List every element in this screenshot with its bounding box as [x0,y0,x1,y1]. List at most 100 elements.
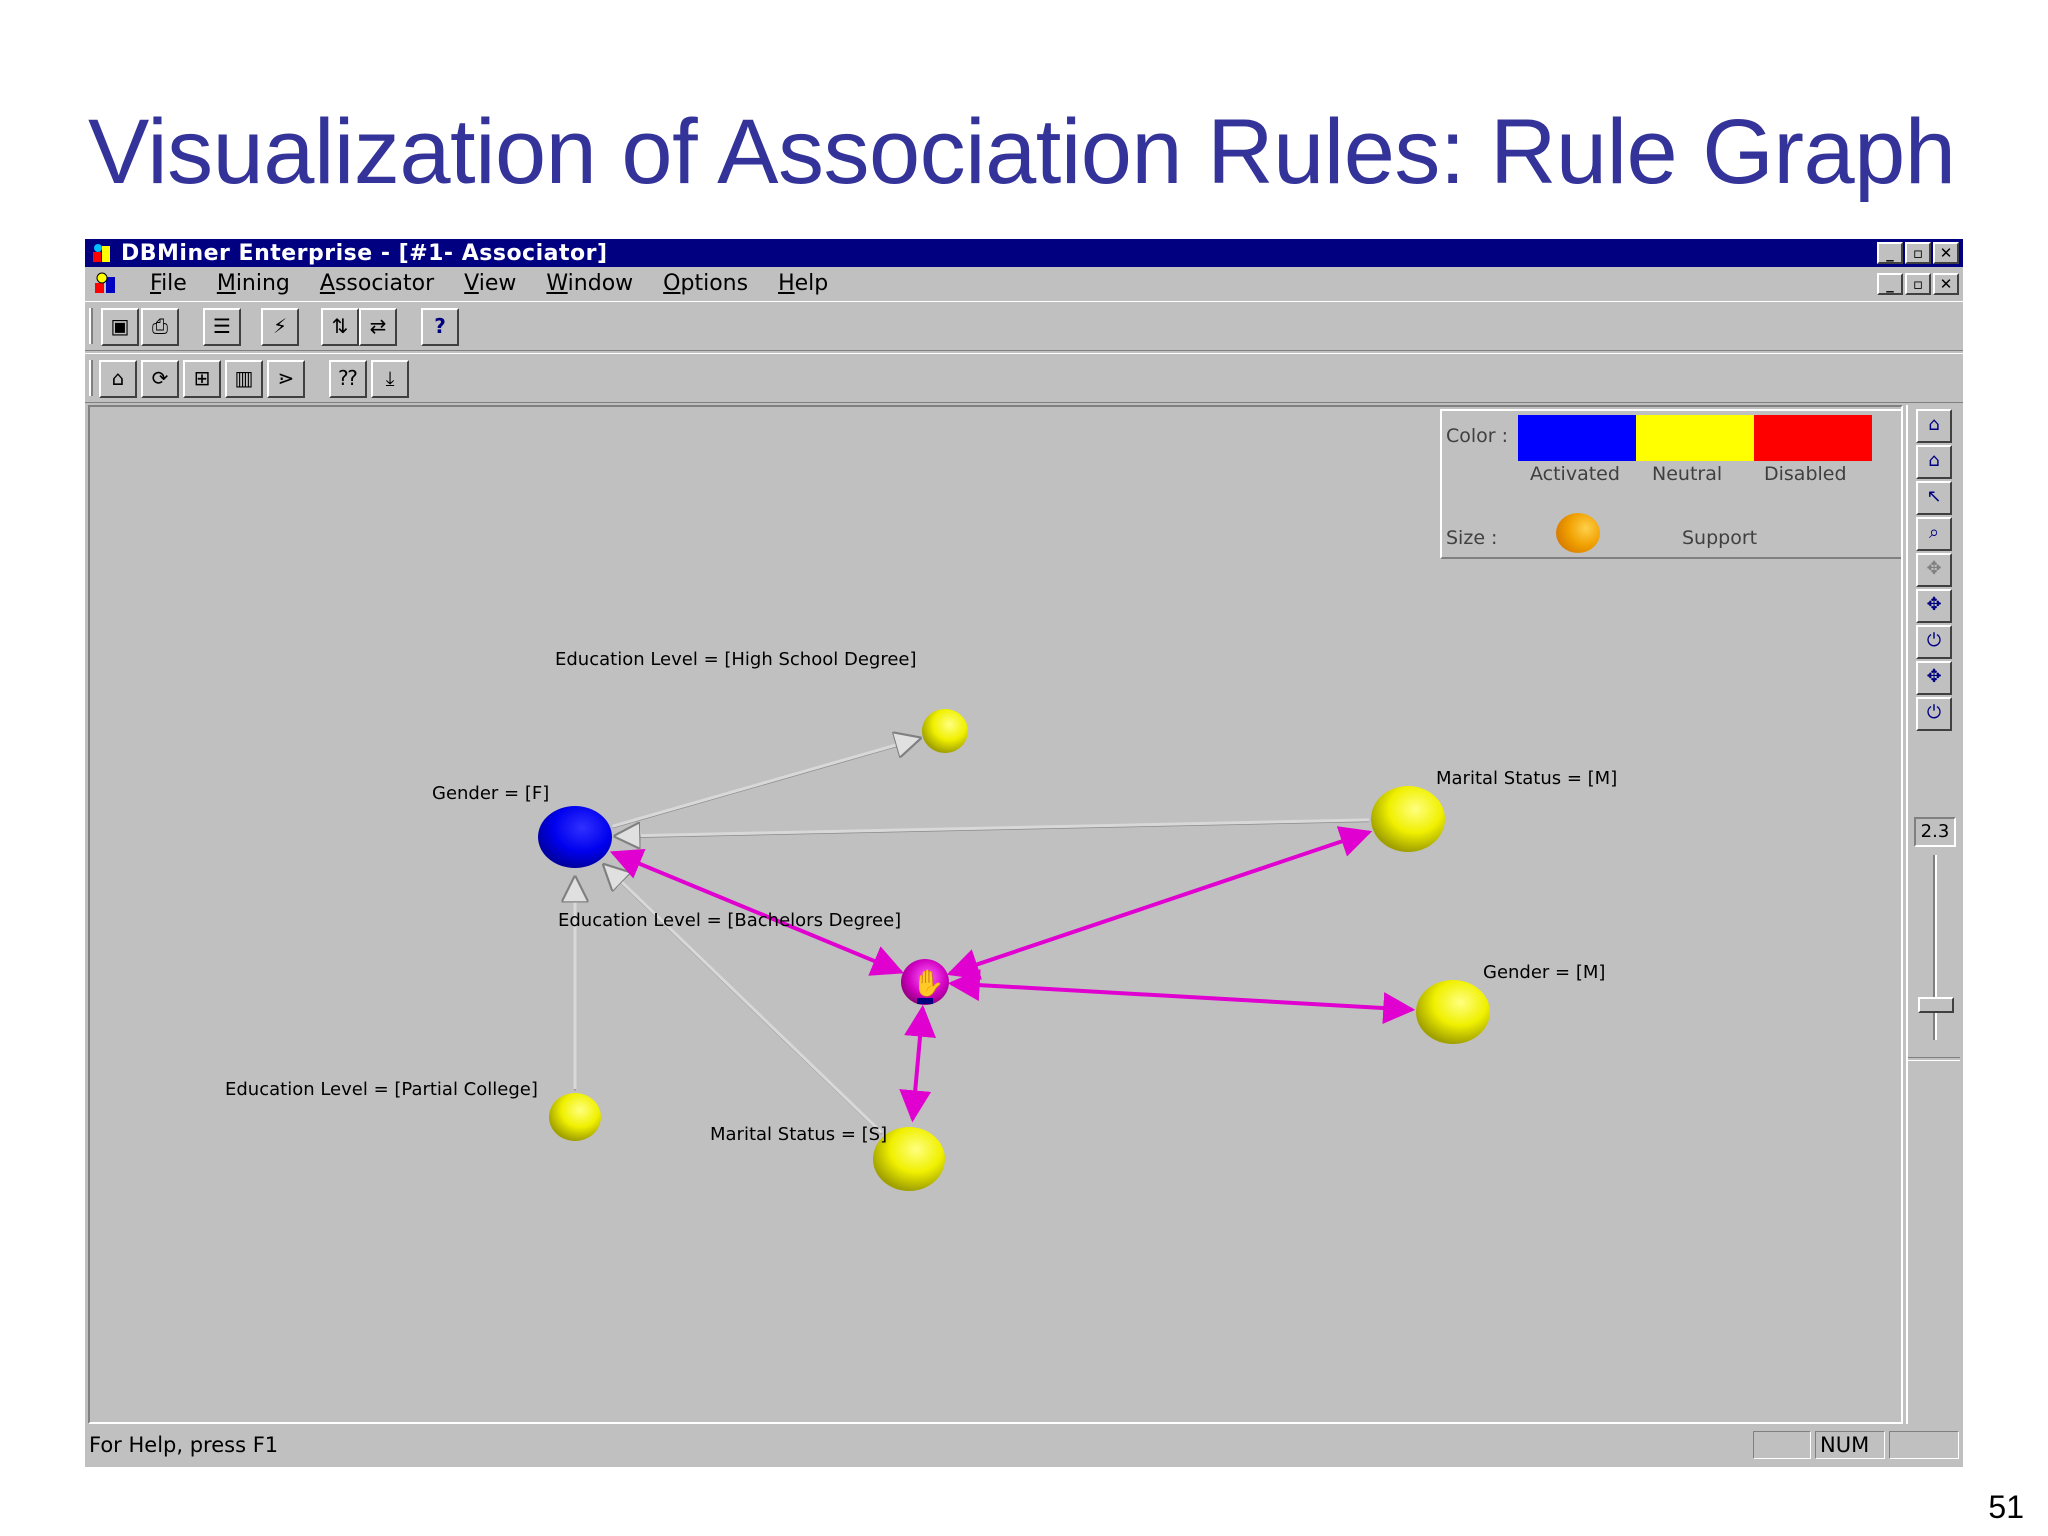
menu-options[interactable]: Options [648,271,763,296]
menu-label: ssociator [334,271,435,296]
toggle-onoff-icon[interactable]: ⏻ [1916,625,1952,659]
refresh-icon[interactable]: ⟳ [141,360,179,398]
home-icon[interactable]: ⌂ [1916,409,1952,443]
menu-mnemonic: F [150,271,162,296]
node-gender-f[interactable] [538,806,612,868]
doc-minimize-button[interactable]: _ [1877,273,1903,295]
close-button[interactable]: ✕ [1933,242,1959,264]
menu-help[interactable]: Help [763,271,843,296]
properties-icon[interactable]: ☰ [203,308,241,346]
statusbar: For Help, press F1 NUM [85,1427,1963,1463]
menu-mnemonic: V [464,271,479,296]
menu-label: elp [794,271,829,296]
status-panel-scrl [1889,1431,1959,1459]
document-window-controls: _ ▫ ✕ [1877,273,1959,295]
node-label-marital-s: Marital Status = [S] [710,1124,887,1145]
swap-icon[interactable]: ⇄ [359,308,397,346]
rule-graph[interactable]: ✋ Gender = [F] Education Level = [High Sc… [90,407,1901,1422]
main-toolbar: ▣ ⎙ ☰ ⚡ ⇅ ⇄? [85,301,1963,351]
status-panel-empty [1753,1431,1811,1459]
legend-disabled-label: Disabled [1764,463,1847,485]
menu-mnemonic: O [663,271,681,296]
rule-graph-canvas[interactable]: ✋ Gender = [F] Education Level = [High Sc… [88,405,1903,1424]
page-number: 51 [1988,1489,2024,1525]
panel-divider [1908,1057,1960,1061]
zoom-slider-thumb[interactable] [1918,997,1954,1013]
menu-mnemonic: H [778,271,795,296]
node-edu-partial-college[interactable] [549,1093,601,1141]
window-controls: _ ▫ ✕ [1877,242,1959,264]
legend-activated-swatch [1518,415,1636,461]
menu-items: File Mining Associator View Window Options Hel… [135,271,843,296]
zoom-icon[interactable]: ⌕ [1916,517,1952,551]
menu-mnemonic: M [216,271,236,296]
sort-icon[interactable]: ⇅ [321,308,359,346]
toolbar-grip[interactable] [89,360,93,396]
graph-labels: Gender = [F] Education Level = [High Scho… [225,649,1617,1145]
bar-chart-icon[interactable]: ▥ [225,360,263,398]
window-titlebar[interactable]: DBMiner Enterprise - [#1- Associator] _ … [85,239,1963,267]
status-num-indicator: NUM [1815,1431,1885,1459]
menu-mining[interactable]: Mining [202,271,305,296]
pointer-icon[interactable]: ↖ [1916,481,1952,515]
window-title: DBMiner Enterprise - [#1- Associator] [121,241,608,266]
settings-icon[interactable]: ⌂ [99,360,137,398]
legend: Color : Activated Neutral Disabled Size … [1440,409,1901,559]
wand-icon[interactable]: ⚡ [261,308,299,346]
graph-edges [575,738,1416,1135]
status-help-text: For Help, press F1 [89,1433,279,1457]
edge-gender-f-to-edu-high-school[interactable] [612,738,919,828]
edge-marital-m-to-gender-f[interactable] [616,818,1370,836]
menu-mnemonic: A [319,271,335,296]
legend-support-ball [1556,513,1600,553]
node-label-edu-bachelors: Education Level = [Bachelors Degree] [558,910,901,931]
document-icon[interactable] [93,271,119,295]
graph-tool-panel: 2.3 ⌂ ⌂ ↖ ⌕ ✥ ✥ ⏻ ✥ ⏻ [1906,405,1960,1424]
pan-disabled-icon[interactable]: ✥ [1916,553,1952,587]
menu-associator[interactable]: Associator [305,271,449,296]
node-edu-high-school[interactable] [922,709,968,753]
menu-file[interactable]: File [135,271,202,296]
print-icon[interactable]: ⎙ [141,308,179,346]
legend-activated-label: Activated [1530,463,1620,485]
toggle-onoff-alt-icon[interactable]: ⏻ [1916,697,1952,731]
grid-icon[interactable]: ⊞ [183,360,221,398]
menu-window[interactable]: Window [531,271,648,296]
app-icon [93,244,110,262]
query-icon[interactable]: ⁇ [329,360,367,398]
toolbar-grip[interactable] [89,308,93,344]
zoom-level: 2.3 [1914,817,1956,847]
home-reset-icon[interactable]: ⌂ [1916,445,1952,479]
edge-edu-bachelors-to-gender-m[interactable] [947,969,1416,1025]
edge-edu-bachelors-to-marital-s[interactable] [899,1004,937,1123]
menu-label: ptions [680,271,749,296]
menu-view[interactable]: View [449,271,531,296]
node-label-edu-partial-college: Education Level = [Partial College] [225,1079,538,1100]
legend-size-label: Size : [1446,527,1498,549]
menu-label: ining [235,271,290,296]
save-icon[interactable]: ▣ [101,308,139,346]
rule-graph-icon[interactable]: ⋗ [267,360,305,398]
move-icon[interactable]: ✥ [1916,589,1952,623]
cursor-base [917,998,933,1004]
node-marital-m[interactable] [1371,786,1445,852]
node-label-gender-m: Gender = [M] [1483,962,1605,983]
restore-button[interactable]: ▫ [1905,242,1931,264]
node-label-edu-high-school: Education Level = [High School Degree] [555,649,917,670]
doc-restore-button[interactable]: ▫ [1905,273,1931,295]
hand-cursor-icon: ✋ [912,968,944,999]
menubar: File Mining Associator View Window Options Hel… [85,267,1963,299]
sort-list-icon[interactable]: ⤓ [371,360,409,398]
legend-neutral-swatch [1636,415,1754,461]
node-label-gender-f: Gender = [F] [432,783,549,804]
move-alt-icon[interactable]: ✥ [1916,661,1952,695]
menu-label: indow [567,271,634,296]
minimize-button[interactable]: _ [1877,242,1903,264]
doc-close-button[interactable]: ✕ [1933,273,1959,295]
node-gender-m[interactable] [1416,980,1490,1044]
menu-label: iew [478,271,517,296]
app-window: DBMiner Enterprise - [#1- Associator] _ … [85,239,1963,1467]
legend-color-label: Color : [1446,425,1509,447]
edge-edu-bachelors-to-marital-m[interactable] [946,826,1373,980]
help-icon[interactable]: ? [421,308,459,346]
